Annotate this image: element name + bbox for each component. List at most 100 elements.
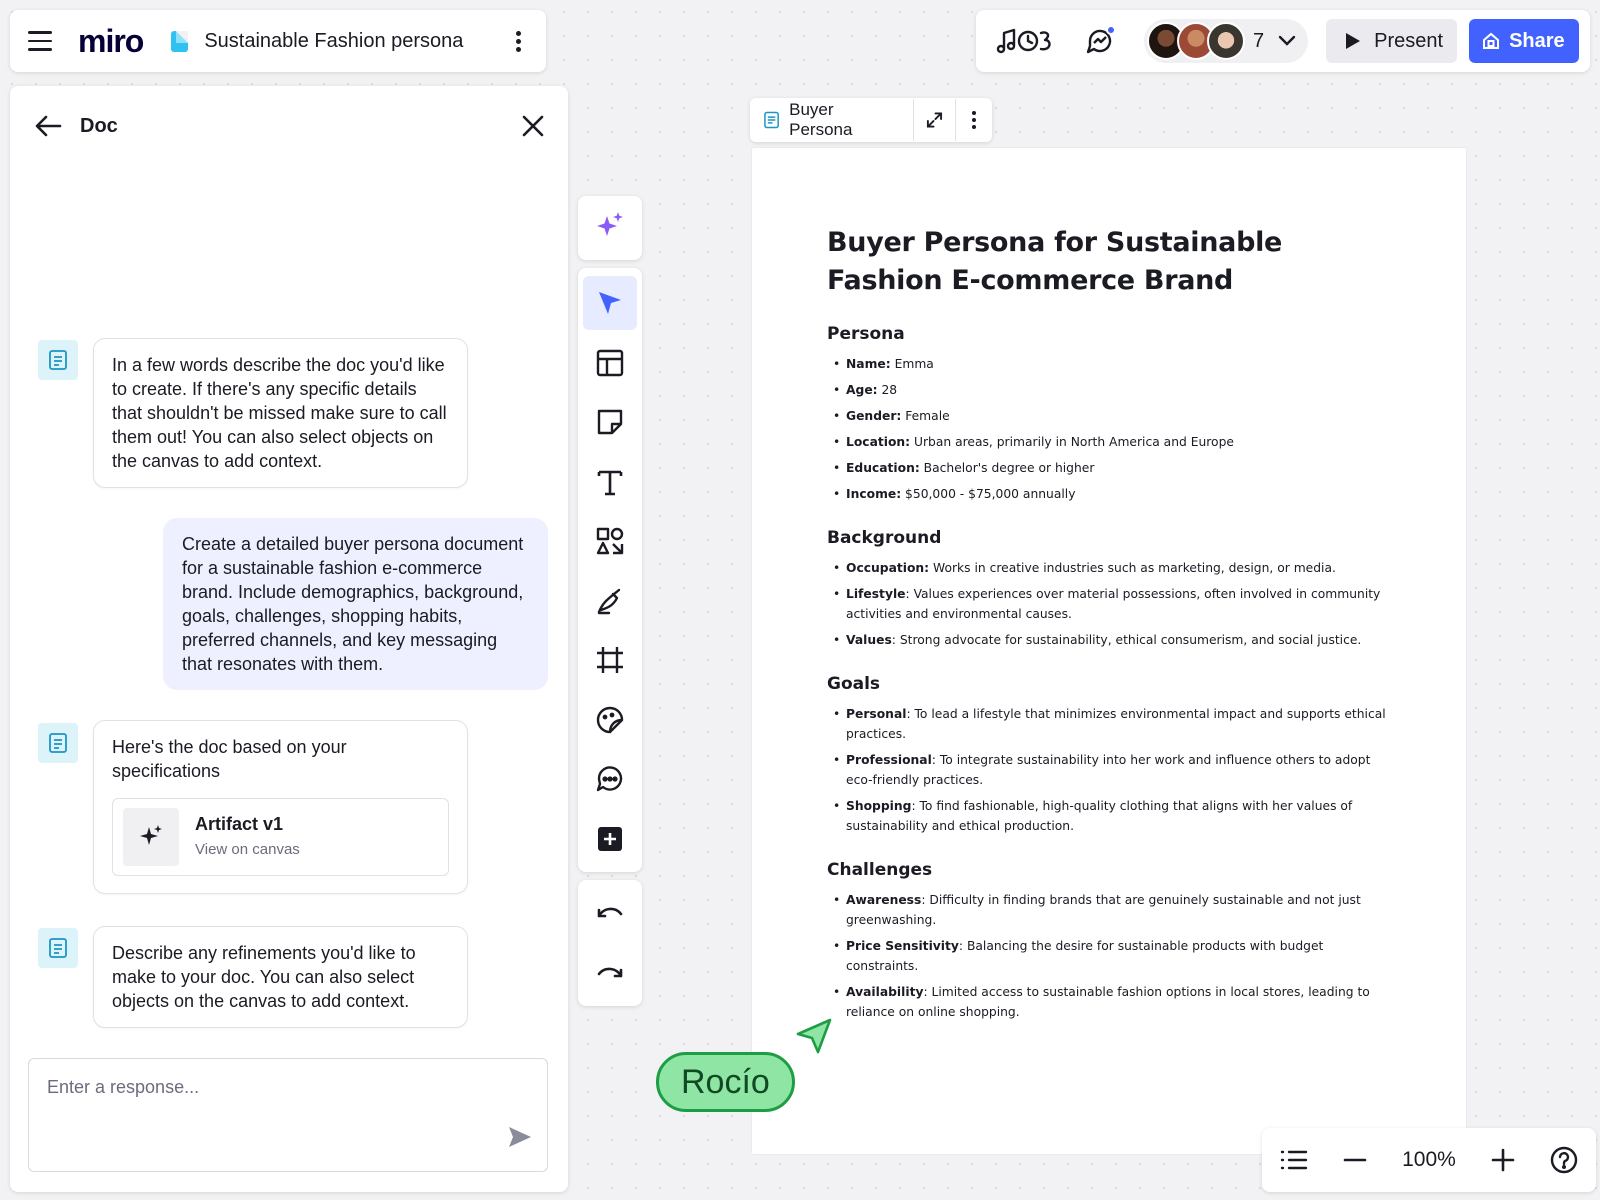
share-label: Share (1509, 29, 1565, 52)
item-label: Location: (846, 435, 911, 449)
collaboration-bar: 7 Present Share (976, 10, 1590, 72)
list-item: Income: $50,000 - $75,000 annually (827, 484, 1387, 504)
share-lock-icon (1483, 32, 1500, 49)
board-icon (171, 30, 189, 52)
item-label: Values (846, 633, 892, 647)
item-label: Income: (846, 487, 902, 501)
frame-icon[interactable] (583, 633, 637, 687)
section-list: Occupation: Works in creative industries… (827, 558, 1387, 650)
item-label: Gender: (846, 409, 902, 423)
list-item: Occupation: Works in creative industries… (827, 558, 1387, 578)
miro-logo[interactable]: miro (78, 23, 144, 60)
main-menu-icon[interactable] (28, 31, 52, 51)
assistant-message: In a few words describe the doc you'd li… (93, 338, 468, 488)
select-tool-icon[interactable] (583, 276, 637, 330)
section-heading: Goals (827, 674, 881, 694)
item-label: Education: (846, 461, 920, 475)
artifact-card[interactable]: Artifact v1 View on canvas (112, 798, 449, 876)
templates-icon[interactable] (583, 336, 637, 390)
assistant-message-text: Here's the doc based on your specificati… (112, 737, 347, 781)
item-label: Occupation: (846, 561, 930, 575)
doc-assistant-icon (38, 928, 78, 968)
list-item: Name: Emma (827, 354, 1387, 374)
sparkle-icon (123, 808, 179, 866)
item-text: : Values experiences over material posse… (846, 587, 1381, 621)
list-item: Availability: Limited access to sustaina… (827, 982, 1387, 1022)
comment-icon[interactable] (583, 752, 637, 806)
doc-frame-header[interactable]: Buyer Persona (750, 98, 992, 142)
section-list: Awareness: Difficulty in finding brands … (827, 890, 1387, 1022)
response-field[interactable] (28, 1058, 548, 1172)
doc-assistant-icon (38, 340, 78, 380)
creation-toolbar (578, 268, 642, 872)
undo-icon[interactable] (583, 886, 637, 940)
zoom-out-icon[interactable] (1343, 1148, 1367, 1172)
item-label: Lifestyle (846, 587, 906, 601)
user-message: Create a detailed buyer persona document… (163, 518, 548, 690)
chat-icon[interactable] (1080, 21, 1120, 61)
doc-title: Buyer Persona for Sustainable Fashion E-… (827, 227, 1283, 296)
zoom-bar: 100% (1262, 1128, 1596, 1192)
play-icon (1346, 33, 1361, 49)
section-list: Personal: To lead a lifestyle that minim… (827, 704, 1387, 836)
present-label: Present (1374, 29, 1444, 52)
collaborator-count: 7 (1253, 29, 1265, 52)
reactions-timer-icon[interactable] (992, 21, 1056, 61)
item-text: : To find fashionable, high-quality clot… (846, 799, 1353, 833)
item-text: $50,000 - $75,000 annually (901, 487, 1076, 501)
close-icon[interactable] (522, 115, 544, 137)
back-arrow-icon[interactable] (34, 114, 62, 138)
list-item: Gender: Female (827, 406, 1387, 426)
artifact-link[interactable]: View on canvas (195, 838, 300, 862)
zoom-in-icon[interactable] (1491, 1148, 1515, 1172)
share-button[interactable]: Share (1469, 19, 1579, 63)
doc-frame-title[interactable]: Buyer Persona (789, 100, 895, 140)
send-icon[interactable] (507, 1125, 533, 1149)
list-item: Professional: To integrate sustainabilit… (827, 750, 1387, 790)
collaborator-cursor-icon (796, 1018, 832, 1054)
list-item: Awareness: Difficulty in finding brands … (827, 890, 1387, 930)
list-item: Lifestyle: Values experiences over mater… (827, 584, 1387, 624)
panel-title: Doc (80, 114, 118, 137)
expand-icon[interactable] (926, 111, 943, 129)
avatar (1207, 22, 1245, 60)
board-more-icon[interactable] (508, 26, 528, 56)
item-text: Emma (890, 357, 934, 371)
sticky-note-icon[interactable] (583, 395, 637, 449)
more-apps-icon[interactable] (583, 812, 637, 866)
item-label: Awareness (846, 893, 922, 907)
help-icon[interactable] (1550, 1146, 1578, 1174)
sticker-icon[interactable] (583, 693, 637, 747)
response-input[interactable] (47, 1077, 507, 1098)
item-text: Urban areas, primarily in North America … (910, 435, 1234, 449)
collaborators[interactable]: 7 (1144, 19, 1309, 63)
chevron-down-icon[interactable] (1278, 35, 1296, 47)
section-list: Name: Emma Age: 28 Gender: Female Location:… (827, 354, 1387, 504)
section-heading: Persona (827, 324, 905, 344)
redo-icon[interactable] (583, 946, 637, 1000)
item-text: Bachelor's degree or higher (919, 461, 1095, 475)
doc-more-icon[interactable] (956, 98, 992, 142)
list-item: Education: Bachelor's degree or higher (827, 458, 1387, 478)
section-heading: Background (827, 528, 942, 548)
ai-sparkle-icon[interactable] (583, 198, 637, 252)
present-button[interactable]: Present (1326, 19, 1458, 63)
doc-page[interactable]: Buyer Persona for Sustainable Fashion E-… (752, 148, 1466, 1154)
list-item: Personal: To lead a lifestyle that minim… (827, 704, 1387, 744)
item-label: Availability (846, 985, 924, 999)
item-text: : Strong advocate for sustainability, et… (891, 633, 1362, 647)
item-text: : Difficulty in finding brands that are … (846, 893, 1361, 927)
shapes-icon[interactable] (583, 514, 637, 568)
zoom-level[interactable]: 100% (1402, 1148, 1456, 1172)
item-label: Personal (846, 707, 907, 721)
item-label: Name: (846, 357, 891, 371)
item-text: 28 (877, 383, 898, 397)
item-text: : Limited access to sustainable fashion … (846, 985, 1370, 1019)
board-title[interactable]: Sustainable Fashion persona (204, 30, 463, 53)
item-text: : To lead a lifestyle that minimizes env… (846, 707, 1386, 741)
history-toolbar (578, 880, 642, 1006)
outline-list-icon[interactable] (1280, 1148, 1308, 1172)
text-tool-icon[interactable] (583, 455, 637, 509)
collaborator-cursor-label: Rocío (656, 1052, 795, 1112)
pen-icon[interactable] (583, 574, 637, 628)
